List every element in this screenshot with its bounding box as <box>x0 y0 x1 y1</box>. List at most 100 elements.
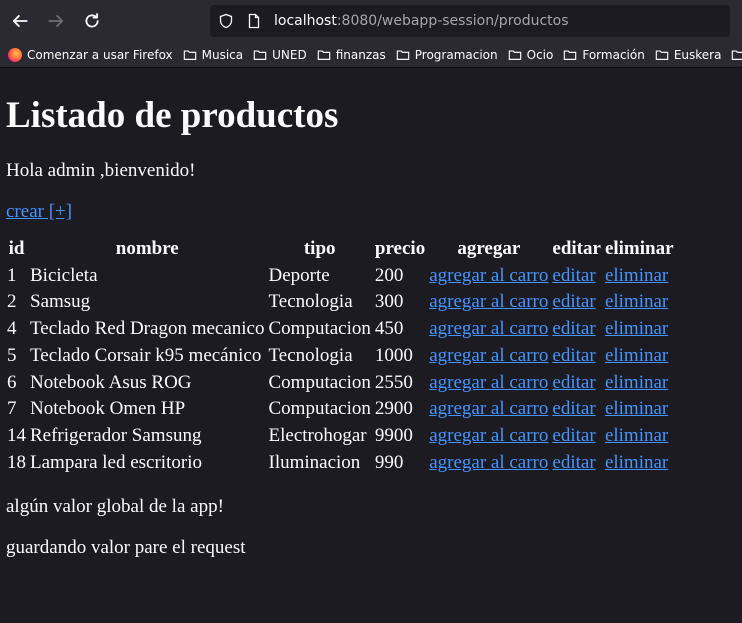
bookmark-folder-euskera[interactable]: Euskera <box>655 47 722 62</box>
add-to-cart-link[interactable]: agregar al carro <box>429 452 548 473</box>
edit-link[interactable]: editar <box>552 345 595 366</box>
bookmark-label: Euskera <box>673 47 722 62</box>
product-price-cell: 2550 <box>374 371 413 393</box>
bookmark-label: finanzas <box>335 47 386 62</box>
product-id-cell: 6 <box>7 371 17 393</box>
folder-icon <box>183 49 196 60</box>
edit-link[interactable]: editar <box>552 372 595 393</box>
column-header-precio: precio <box>374 238 426 259</box>
bookmark-label: Comenzar a usar Firefox <box>27 47 173 62</box>
request-value-text: guardando valor pare el request <box>6 537 246 559</box>
bookmark-folder-formacion[interactable]: Formación <box>563 47 645 62</box>
add-to-cart-link-cell: agregar al carro <box>428 424 549 449</box>
global-value-text: algún valor global de la app! <box>6 496 224 518</box>
folder-icon <box>732 49 742 60</box>
greeting-text: Hola admin ,bienvenido! <box>6 160 196 181</box>
add-to-cart-link[interactable]: agregar al carro <box>429 291 548 312</box>
product-name-cell: Teclado Red Dragon mecanico <box>30 318 265 340</box>
table-row: 6 Notebook Asus ROG Computacion 2550 agregar… <box>6 371 675 396</box>
edit-link[interactable]: editar <box>552 425 595 446</box>
bookmarks-bar: Comenzar a usar Firefox Musica UNED fina… <box>0 42 742 68</box>
delete-link-cell: eliminar <box>604 264 675 289</box>
bookmark-folder-3d[interactable]: 3D <box>731 48 742 62</box>
bookmark-firefox[interactable]: Comenzar a usar Firefox <box>8 47 173 62</box>
add-to-cart-link[interactable]: agregar al carro <box>429 372 548 393</box>
product-id-cell: 14 <box>7 424 26 446</box>
delete-link[interactable]: eliminar <box>605 452 668 473</box>
delete-link[interactable]: eliminar <box>605 345 668 366</box>
add-to-cart-link-cell: agregar al carro <box>428 317 549 342</box>
delete-link[interactable]: eliminar <box>605 425 668 446</box>
product-name-cell: Lampara led escritorio <box>30 451 202 473</box>
table-row: 2 Samsug Tecnologia 300 agregar al carro edit… <box>6 290 675 315</box>
table-row: 1 Bicicleta Deporte 200 agregar al carro edit… <box>6 264 675 289</box>
browser-toolbar: localhost:8080/webapp-session/productos <box>0 0 742 42</box>
products-table: id nombre tipo precio agregar editar eli… <box>4 235 677 477</box>
product-id-cell: 2 <box>7 291 17 313</box>
table-row: 14 Refrigerador Samsung Electrohogar 9900 ag… <box>6 424 675 449</box>
delete-link-cell: eliminar <box>604 451 675 476</box>
edit-link[interactable]: editar <box>552 452 595 473</box>
product-name-cell: Bicicleta <box>30 264 98 286</box>
bookmark-label: UNED <box>272 47 307 62</box>
delete-link-cell: eliminar <box>604 424 675 449</box>
address-bar[interactable]: localhost:8080/webapp-session/productos <box>210 5 730 37</box>
bookmark-folder-uned[interactable]: UNED <box>253 48 307 62</box>
edit-link[interactable]: editar <box>552 398 595 419</box>
table-row: 4 Teclado Red Dragon mecanico Computacion 4… <box>6 317 675 342</box>
add-to-cart-link[interactable]: agregar al carro <box>429 398 548 419</box>
edit-link-cell: editar <box>551 317 602 342</box>
reload-button[interactable] <box>78 7 106 35</box>
delete-link[interactable]: eliminar <box>605 318 668 339</box>
add-to-cart-link[interactable]: agregar al carro <box>429 318 548 339</box>
bookmark-folder-ocio[interactable]: Ocio <box>508 48 553 62</box>
back-button[interactable] <box>6 7 34 35</box>
page-icon[interactable] <box>246 13 262 29</box>
product-price-cell: 9900 <box>374 424 413 446</box>
delete-link[interactable]: eliminar <box>605 398 668 419</box>
delete-link-cell: eliminar <box>604 290 675 315</box>
product-id-cell: 4 <box>7 318 17 340</box>
product-type-cell: Computacion <box>268 398 371 420</box>
edit-link[interactable]: editar <box>552 291 595 312</box>
add-to-cart-link[interactable]: agregar al carro <box>429 425 548 446</box>
add-to-cart-link[interactable]: agregar al carro <box>429 345 548 366</box>
product-id-cell: 5 <box>7 344 17 366</box>
shield-icon[interactable] <box>218 13 234 29</box>
delete-link[interactable]: eliminar <box>605 372 668 393</box>
bookmark-label: Formación <box>582 47 645 62</box>
column-header-agregar: agregar <box>457 238 521 259</box>
delete-link[interactable]: eliminar <box>605 265 668 286</box>
forward-button[interactable] <box>42 7 70 35</box>
product-type-cell: Tecnologia <box>268 344 353 366</box>
add-to-cart-link-cell: agregar al carro <box>428 371 549 396</box>
folder-icon <box>253 49 267 60</box>
edit-link-cell: editar <box>551 344 602 369</box>
add-to-cart-link[interactable]: agregar al carro <box>429 265 548 286</box>
create-product-link[interactable]: crear [+] <box>6 201 736 223</box>
delete-link-cell: eliminar <box>604 371 675 396</box>
table-header-row: id nombre tipo precio agregar editar eli… <box>6 237 675 262</box>
delete-link[interactable]: eliminar <box>605 291 668 312</box>
folder-icon <box>564 49 577 60</box>
product-id-cell: 7 <box>7 398 17 420</box>
add-to-cart-link-cell: agregar al carro <box>428 397 549 422</box>
firefox-icon <box>8 47 22 62</box>
edit-link-cell: editar <box>551 371 602 396</box>
product-price-cell: 450 <box>374 318 404 340</box>
bookmark-folder-musica[interactable]: Musica <box>183 48 243 62</box>
edit-link-cell: editar <box>551 424 602 449</box>
edit-link[interactable]: editar <box>552 318 595 339</box>
product-price-cell: 990 <box>374 451 404 473</box>
product-name-cell: Notebook Omen HP <box>30 398 186 420</box>
table-row: 7 Notebook Omen HP Computacion 2900 agregar … <box>6 397 675 422</box>
product-name-cell: Teclado Corsair k95 mecánico <box>30 344 262 366</box>
table-row: 18 Lampara led escritorio Iluminacion 990 ag… <box>6 451 675 476</box>
bookmark-folder-finanzas[interactable]: finanzas <box>317 48 386 62</box>
column-header-id: id <box>8 238 25 259</box>
edit-link[interactable]: editar <box>552 265 595 286</box>
bookmark-folder-programacion[interactable]: Programacion <box>396 48 498 62</box>
product-price-cell: 1000 <box>374 344 413 366</box>
edit-link-cell: editar <box>551 290 602 315</box>
edit-link-cell: editar <box>551 451 602 476</box>
